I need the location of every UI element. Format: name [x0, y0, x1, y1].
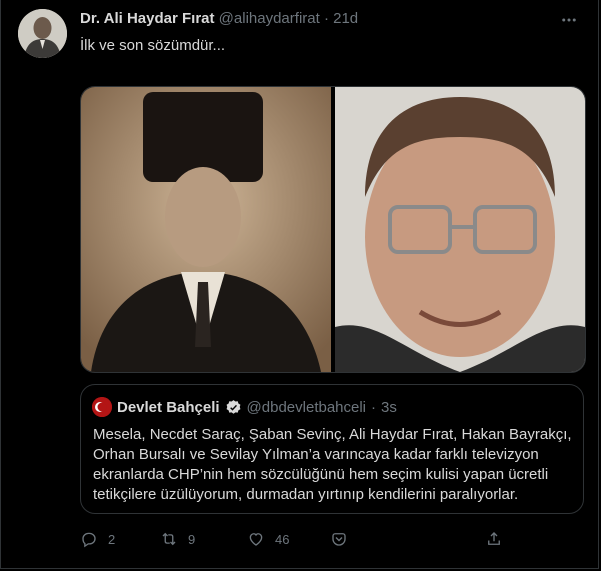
quote-handle: @dbdevletbahceli: [246, 398, 367, 416]
share-icon: [488, 532, 500, 545]
tweet-header: Dr. Ali Haydar Fırat @alihaydarfirat · 2…: [80, 10, 358, 27]
share-button[interactable]: [485, 530, 503, 548]
tweet[interactable]: Dr. Ali Haydar Fırat @alihaydarfirat · 2…: [0, 0, 599, 569]
like-icon: [249, 533, 263, 546]
photo-left[interactable]: [81, 87, 331, 372]
quote-separator: ·: [371, 398, 377, 416]
author-handle[interactable]: @alihaydarfirat: [219, 10, 320, 27]
reply-button[interactable]: 2: [80, 530, 115, 548]
reply-count: 2: [108, 531, 116, 547]
retweet-icon: [162, 532, 176, 546]
media-grid[interactable]: [80, 86, 586, 373]
verified-icon: [226, 399, 240, 414]
tweet-time[interactable]: 21d: [333, 10, 358, 27]
quote-author-name: Devlet Bahçeli: [117, 398, 220, 416]
tweet-text: İlk ve son sözümdür...: [80, 37, 226, 54]
more-icon: [562, 18, 576, 22]
bookmark-button[interactable]: [330, 530, 348, 548]
photo-right[interactable]: [335, 87, 585, 372]
retweet-button[interactable]: 9: [160, 530, 195, 548]
quote-avatar: [92, 397, 112, 417]
separator: ·: [323, 10, 329, 27]
author-avatar[interactable]: [18, 9, 67, 58]
reply-icon: [82, 532, 96, 548]
like-count: 46: [275, 531, 290, 547]
retweet-count: 9: [188, 531, 196, 547]
quote-header: Devlet Bahçeli @dbdevletbahceli · 3s: [92, 397, 397, 417]
bookmark-icon: [332, 533, 346, 546]
action-bar: 2 9 46: [80, 530, 510, 552]
quote-text: Mesela, Necdet Saraç, Şaban Sevinç, Ali …: [93, 426, 572, 503]
quoted-tweet[interactable]: Devlet Bahçeli @dbdevletbahceli · 3s Mes…: [80, 384, 584, 514]
more-button[interactable]: [558, 10, 580, 30]
like-button[interactable]: 46: [247, 530, 289, 548]
quote-time: 3s: [381, 398, 397, 416]
author-name[interactable]: Dr. Ali Haydar Fırat: [80, 10, 215, 27]
